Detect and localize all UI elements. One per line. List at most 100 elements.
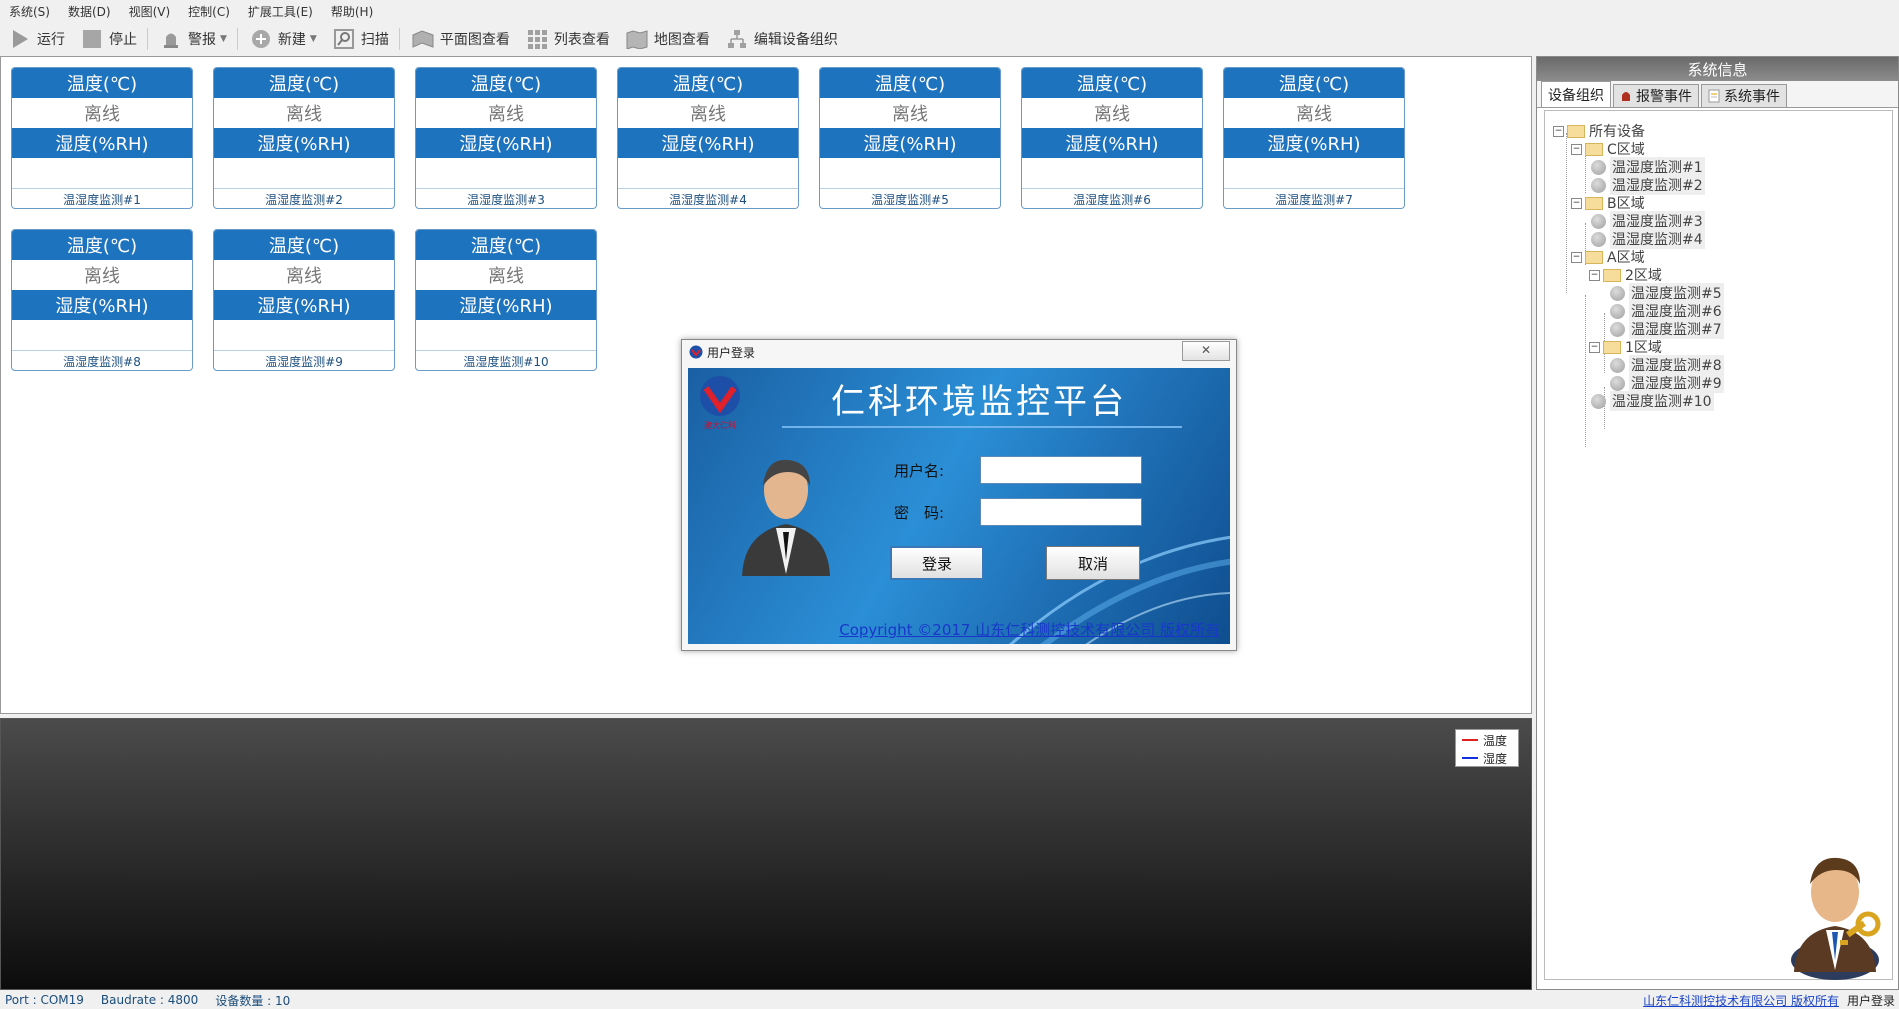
tree-node-device[interactable]: 温湿度监测#3 — [1591, 211, 1705, 231]
tree-node-device[interactable]: 温湿度监测#8 — [1610, 355, 1724, 375]
temperature-label: 温度(℃) — [1022, 68, 1202, 98]
device-card[interactable]: 温度(℃) 离线 湿度(%RH) 温湿度监测#8 — [11, 229, 193, 371]
tab-system-events[interactable]: 系统事件 — [1701, 84, 1787, 107]
tree-label: 温湿度监测#10 — [1610, 391, 1714, 411]
collapse-icon[interactable]: − — [1553, 125, 1564, 137]
collapse-icon[interactable]: − — [1571, 197, 1582, 209]
menu-view[interactable]: 视图(V) — [120, 3, 180, 20]
dialog-body: 建大仁科 仁科环境监控平台 用户名: 密 码: 登录 取消 Copyright … — [688, 368, 1230, 644]
device-card[interactable]: 温度(℃) 离线 湿度(%RH) 温湿度监测#9 — [213, 229, 395, 371]
chevron-down-icon[interactable]: ▼ — [220, 34, 227, 44]
temperature-label: 温度(℃) — [1224, 68, 1404, 98]
tree-node-device[interactable]: 温湿度监测#2 — [1591, 175, 1705, 195]
menu-data[interactable]: 数据(D) — [59, 3, 120, 20]
map-view-button[interactable]: 地图查看 — [617, 24, 717, 54]
tree-line — [1585, 295, 1586, 447]
temperature-value: 离线 — [214, 260, 394, 290]
menu-control[interactable]: 控制(C) — [179, 3, 239, 20]
humidity-value — [416, 158, 596, 188]
collapse-icon[interactable]: − — [1589, 341, 1600, 353]
device-card[interactable]: 温度(℃) 离线 湿度(%RH) 温湿度监测#6 — [1021, 67, 1203, 209]
folder-icon — [1585, 250, 1603, 264]
device-card[interactable]: 温度(℃) 离线 湿度(%RH) 温湿度监测#1 — [11, 67, 193, 209]
tree-node-device[interactable]: 温湿度监测#4 — [1591, 229, 1705, 249]
temperature-value: 离线 — [12, 260, 192, 290]
tree-node-zone-c[interactable]: − C区域 — [1571, 139, 1645, 159]
collapse-icon[interactable]: − — [1571, 143, 1582, 155]
alarm-label: 警报 — [188, 32, 216, 48]
legend-item-humidity: 湿度 — [1456, 748, 1518, 766]
close-icon: ✕ — [1200, 343, 1212, 357]
device-name: 温湿度监测#6 — [1022, 188, 1202, 208]
run-button[interactable]: 运行 — [0, 24, 72, 54]
tree-node-device[interactable]: 温湿度监测#10 — [1591, 391, 1714, 411]
temperature-label: 温度(℃) — [416, 230, 596, 260]
device-card[interactable]: 温度(℃) 离线 湿度(%RH) 温湿度监测#10 — [415, 229, 597, 371]
folder-icon — [1603, 268, 1621, 282]
device-card[interactable]: 温度(℃) 离线 湿度(%RH) 温湿度监测#2 — [213, 67, 395, 209]
device-card[interactable]: 温度(℃) 离线 湿度(%RH) 温湿度监测#4 — [617, 67, 799, 209]
tree-line — [1566, 133, 1567, 293]
tree-node-device[interactable]: 温湿度监测#5 — [1610, 283, 1724, 303]
tab-device-org[interactable]: 设备组织 — [1541, 81, 1611, 107]
device-offline-icon — [1610, 375, 1625, 391]
user-key-icon[interactable] — [1780, 840, 1890, 980]
humidity-label: 湿度(%RH) — [416, 128, 596, 158]
tree-label: B区域 — [1607, 196, 1645, 212]
device-card[interactable]: 温度(℃) 离线 湿度(%RH) 温湿度监测#3 — [415, 67, 597, 209]
tree-node-zone-2[interactable]: − 2区域 — [1589, 265, 1662, 285]
legend-label: 温度 — [1483, 733, 1508, 748]
stop-button[interactable]: 停止 — [72, 24, 144, 54]
menu-help[interactable]: 帮助(H) — [322, 3, 382, 20]
device-offline-icon — [1610, 303, 1625, 319]
temperature-label: 温度(℃) — [214, 68, 394, 98]
tab-alarm-events[interactable]: 报警事件 — [1613, 84, 1699, 107]
tree-node-device[interactable]: 温湿度监测#9 — [1610, 373, 1724, 393]
map-icon — [626, 28, 648, 50]
login-button[interactable]: 登录 — [890, 546, 984, 580]
chart-legend: 温度 湿度 — [1455, 729, 1519, 767]
close-button[interactable]: ✕ — [1182, 341, 1230, 361]
username-input[interactable] — [980, 456, 1142, 484]
list-view-button[interactable]: 列表查看 — [517, 24, 617, 54]
chevron-down-icon[interactable]: ▼ — [310, 34, 317, 44]
floorplan-label: 平面图查看 — [439, 32, 510, 48]
dialog-titlebar: 用户登录 ✕ — [682, 340, 1236, 364]
tree-node-device[interactable]: 温湿度监测#1 — [1591, 157, 1705, 177]
menu-extensions[interactable]: 扩展工具(E) — [239, 3, 322, 20]
status-port: Port : COM19 — [5, 993, 84, 1007]
humidity-value — [618, 158, 798, 188]
tree-node-all[interactable]: − 所有设备 — [1553, 121, 1645, 141]
tree-node-device[interactable]: 温湿度监测#7 — [1610, 319, 1724, 339]
tree-node-zone-a[interactable]: − A区域 — [1571, 247, 1645, 267]
humidity-label: 湿度(%RH) — [12, 128, 192, 158]
trend-chart-panel: 温度 湿度 — [0, 718, 1532, 990]
collapse-icon[interactable]: − — [1589, 269, 1600, 281]
copyright-link[interactable]: 山东仁科测控技术有限公司 版权所有 — [1643, 992, 1839, 1009]
temperature-value: 离线 — [618, 98, 798, 128]
temperature-label: 温度(℃) — [12, 230, 192, 260]
password-input[interactable] — [980, 498, 1142, 526]
scan-icon — [333, 28, 355, 50]
scan-button[interactable]: 扫描 — [324, 24, 396, 54]
username-label: 用户名: — [894, 462, 945, 480]
tree-node-zone-1[interactable]: − 1区域 — [1589, 337, 1662, 357]
device-card[interactable]: 温度(℃) 离线 湿度(%RH) 温湿度监测#5 — [819, 67, 1001, 209]
new-button[interactable]: 新建 ▼ — [241, 24, 324, 54]
folder-icon — [1567, 124, 1585, 138]
tree-node-zone-b[interactable]: − B区域 — [1571, 193, 1645, 213]
humidity-label: 湿度(%RH) — [214, 290, 394, 320]
menu-system[interactable]: 系统(S) — [0, 3, 59, 20]
edit-org-button[interactable]: 编辑设备组织 — [717, 24, 845, 54]
user-avatar-icon — [742, 459, 830, 576]
cancel-button[interactable]: 取消 — [1046, 546, 1140, 580]
temperature-value: 离线 — [214, 98, 394, 128]
temperature-label: 温度(℃) — [416, 68, 596, 98]
floorplan-view-button[interactable]: 平面图查看 — [403, 24, 517, 54]
collapse-icon[interactable]: − — [1571, 251, 1582, 263]
tree-label: 温湿度监测#6 — [1629, 301, 1724, 321]
alarm-button[interactable]: 警报 ▼ — [151, 24, 234, 54]
copyright-link[interactable]: Copyright ©2017 山东仁科测控技术有限公司 版权所有 — [839, 619, 1220, 640]
tree-node-device[interactable]: 温湿度监测#6 — [1610, 301, 1724, 321]
device-card[interactable]: 温度(℃) 离线 湿度(%RH) 温湿度监测#7 — [1223, 67, 1405, 209]
